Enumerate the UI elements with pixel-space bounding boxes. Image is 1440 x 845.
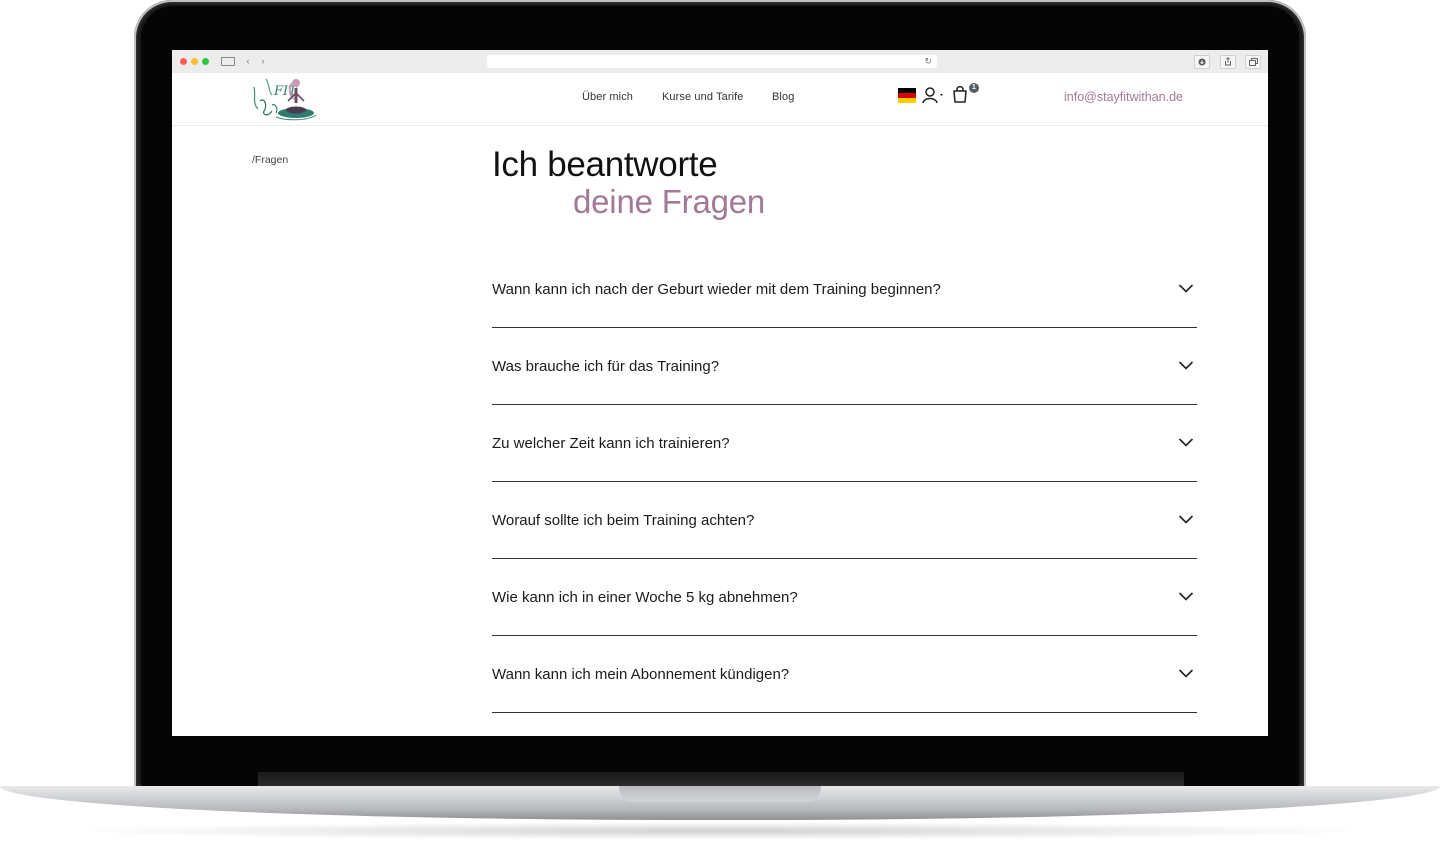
logo[interactable]: FIT bbox=[246, 75, 318, 123]
browser-toolbar: ‹ › ↻ bbox=[172, 50, 1268, 74]
faq-question: Wann kann ich nach der Geburt wieder mit… bbox=[492, 281, 941, 298]
chevron-down-icon[interactable] bbox=[1178, 359, 1194, 371]
faq-list: Wann kann ich nach der Geburt wieder mit… bbox=[492, 252, 1197, 713]
nav-item-about[interactable]: Über mich bbox=[582, 91, 633, 103]
minimize-window-button[interactable] bbox=[191, 58, 198, 65]
chevron-down-icon bbox=[940, 94, 943, 96]
sidebar-toggle-icon[interactable] bbox=[221, 57, 235, 66]
chevron-down-icon[interactable] bbox=[1178, 667, 1194, 679]
faq-question: Zu welcher Zeit kann ich trainieren? bbox=[492, 435, 730, 452]
tabs-overview-icon[interactable] bbox=[1245, 55, 1261, 69]
user-icon[interactable] bbox=[922, 86, 946, 104]
share-icon[interactable] bbox=[1220, 55, 1236, 69]
laptop-shadow bbox=[60, 822, 1380, 840]
faq-question: Wie kann ich in einer Woche 5 kg abnehme… bbox=[492, 589, 798, 606]
page-title-line-2: deine Fragen bbox=[573, 183, 766, 220]
faq-question: Worauf sollte ich beim Training achten? bbox=[492, 512, 755, 529]
faq-item[interactable]: Was brauche ich für das Training? bbox=[492, 329, 1197, 405]
faq-item[interactable]: Wie kann ich in einer Woche 5 kg abnehme… bbox=[492, 560, 1197, 636]
chevron-down-icon[interactable] bbox=[1178, 436, 1194, 448]
maximize-window-button[interactable] bbox=[202, 58, 209, 65]
nav-item-courses[interactable]: Kurse und Tarife bbox=[662, 91, 744, 103]
breadcrumb[interactable]: /Fragen bbox=[252, 154, 288, 166]
address-bar[interactable]: ↻ bbox=[487, 55, 937, 68]
chevron-down-icon[interactable] bbox=[1178, 282, 1194, 294]
nav-item-blog[interactable]: Blog bbox=[772, 91, 794, 103]
german-flag-icon[interactable] bbox=[898, 88, 916, 103]
chevron-down-icon[interactable] bbox=[1178, 590, 1194, 602]
site-header: FIT Über mich Kurse und Tarife Blog 1 in… bbox=[172, 73, 1268, 126]
faq-item[interactable]: Wann kann ich mein Abonnement kündigen? bbox=[492, 637, 1197, 713]
faq-item[interactable]: Worauf sollte ich beim Training achten? bbox=[492, 483, 1197, 559]
contact-email-link[interactable]: info@stayfitwithan.de bbox=[1064, 90, 1183, 104]
faq-item[interactable]: Zu welcher Zeit kann ich trainieren? bbox=[492, 406, 1197, 482]
close-window-button[interactable] bbox=[180, 58, 187, 65]
forward-icon[interactable]: › bbox=[258, 56, 268, 66]
faq-question: Was brauche ich für das Training? bbox=[492, 358, 720, 375]
faq-item[interactable]: Wann kann ich nach der Geburt wieder mit… bbox=[492, 252, 1197, 328]
laptop-notch bbox=[619, 786, 821, 802]
reload-icon[interactable]: ↻ bbox=[924, 56, 932, 67]
back-icon[interactable]: ‹ bbox=[243, 56, 253, 66]
page-title-line-1: Ich beantworte bbox=[492, 145, 718, 184]
faq-question: Wann kann ich mein Abonnement kündigen? bbox=[492, 666, 790, 683]
laptop-hinge bbox=[258, 772, 1184, 786]
screen: ‹ › ↻ FIT Über mich Kurse und Tarife Blo… bbox=[172, 50, 1268, 736]
cart-icon[interactable] bbox=[952, 85, 968, 103]
download-icon[interactable] bbox=[1194, 55, 1210, 69]
cart-count-badge: 1 bbox=[969, 83, 979, 93]
chevron-down-icon[interactable] bbox=[1178, 513, 1194, 525]
